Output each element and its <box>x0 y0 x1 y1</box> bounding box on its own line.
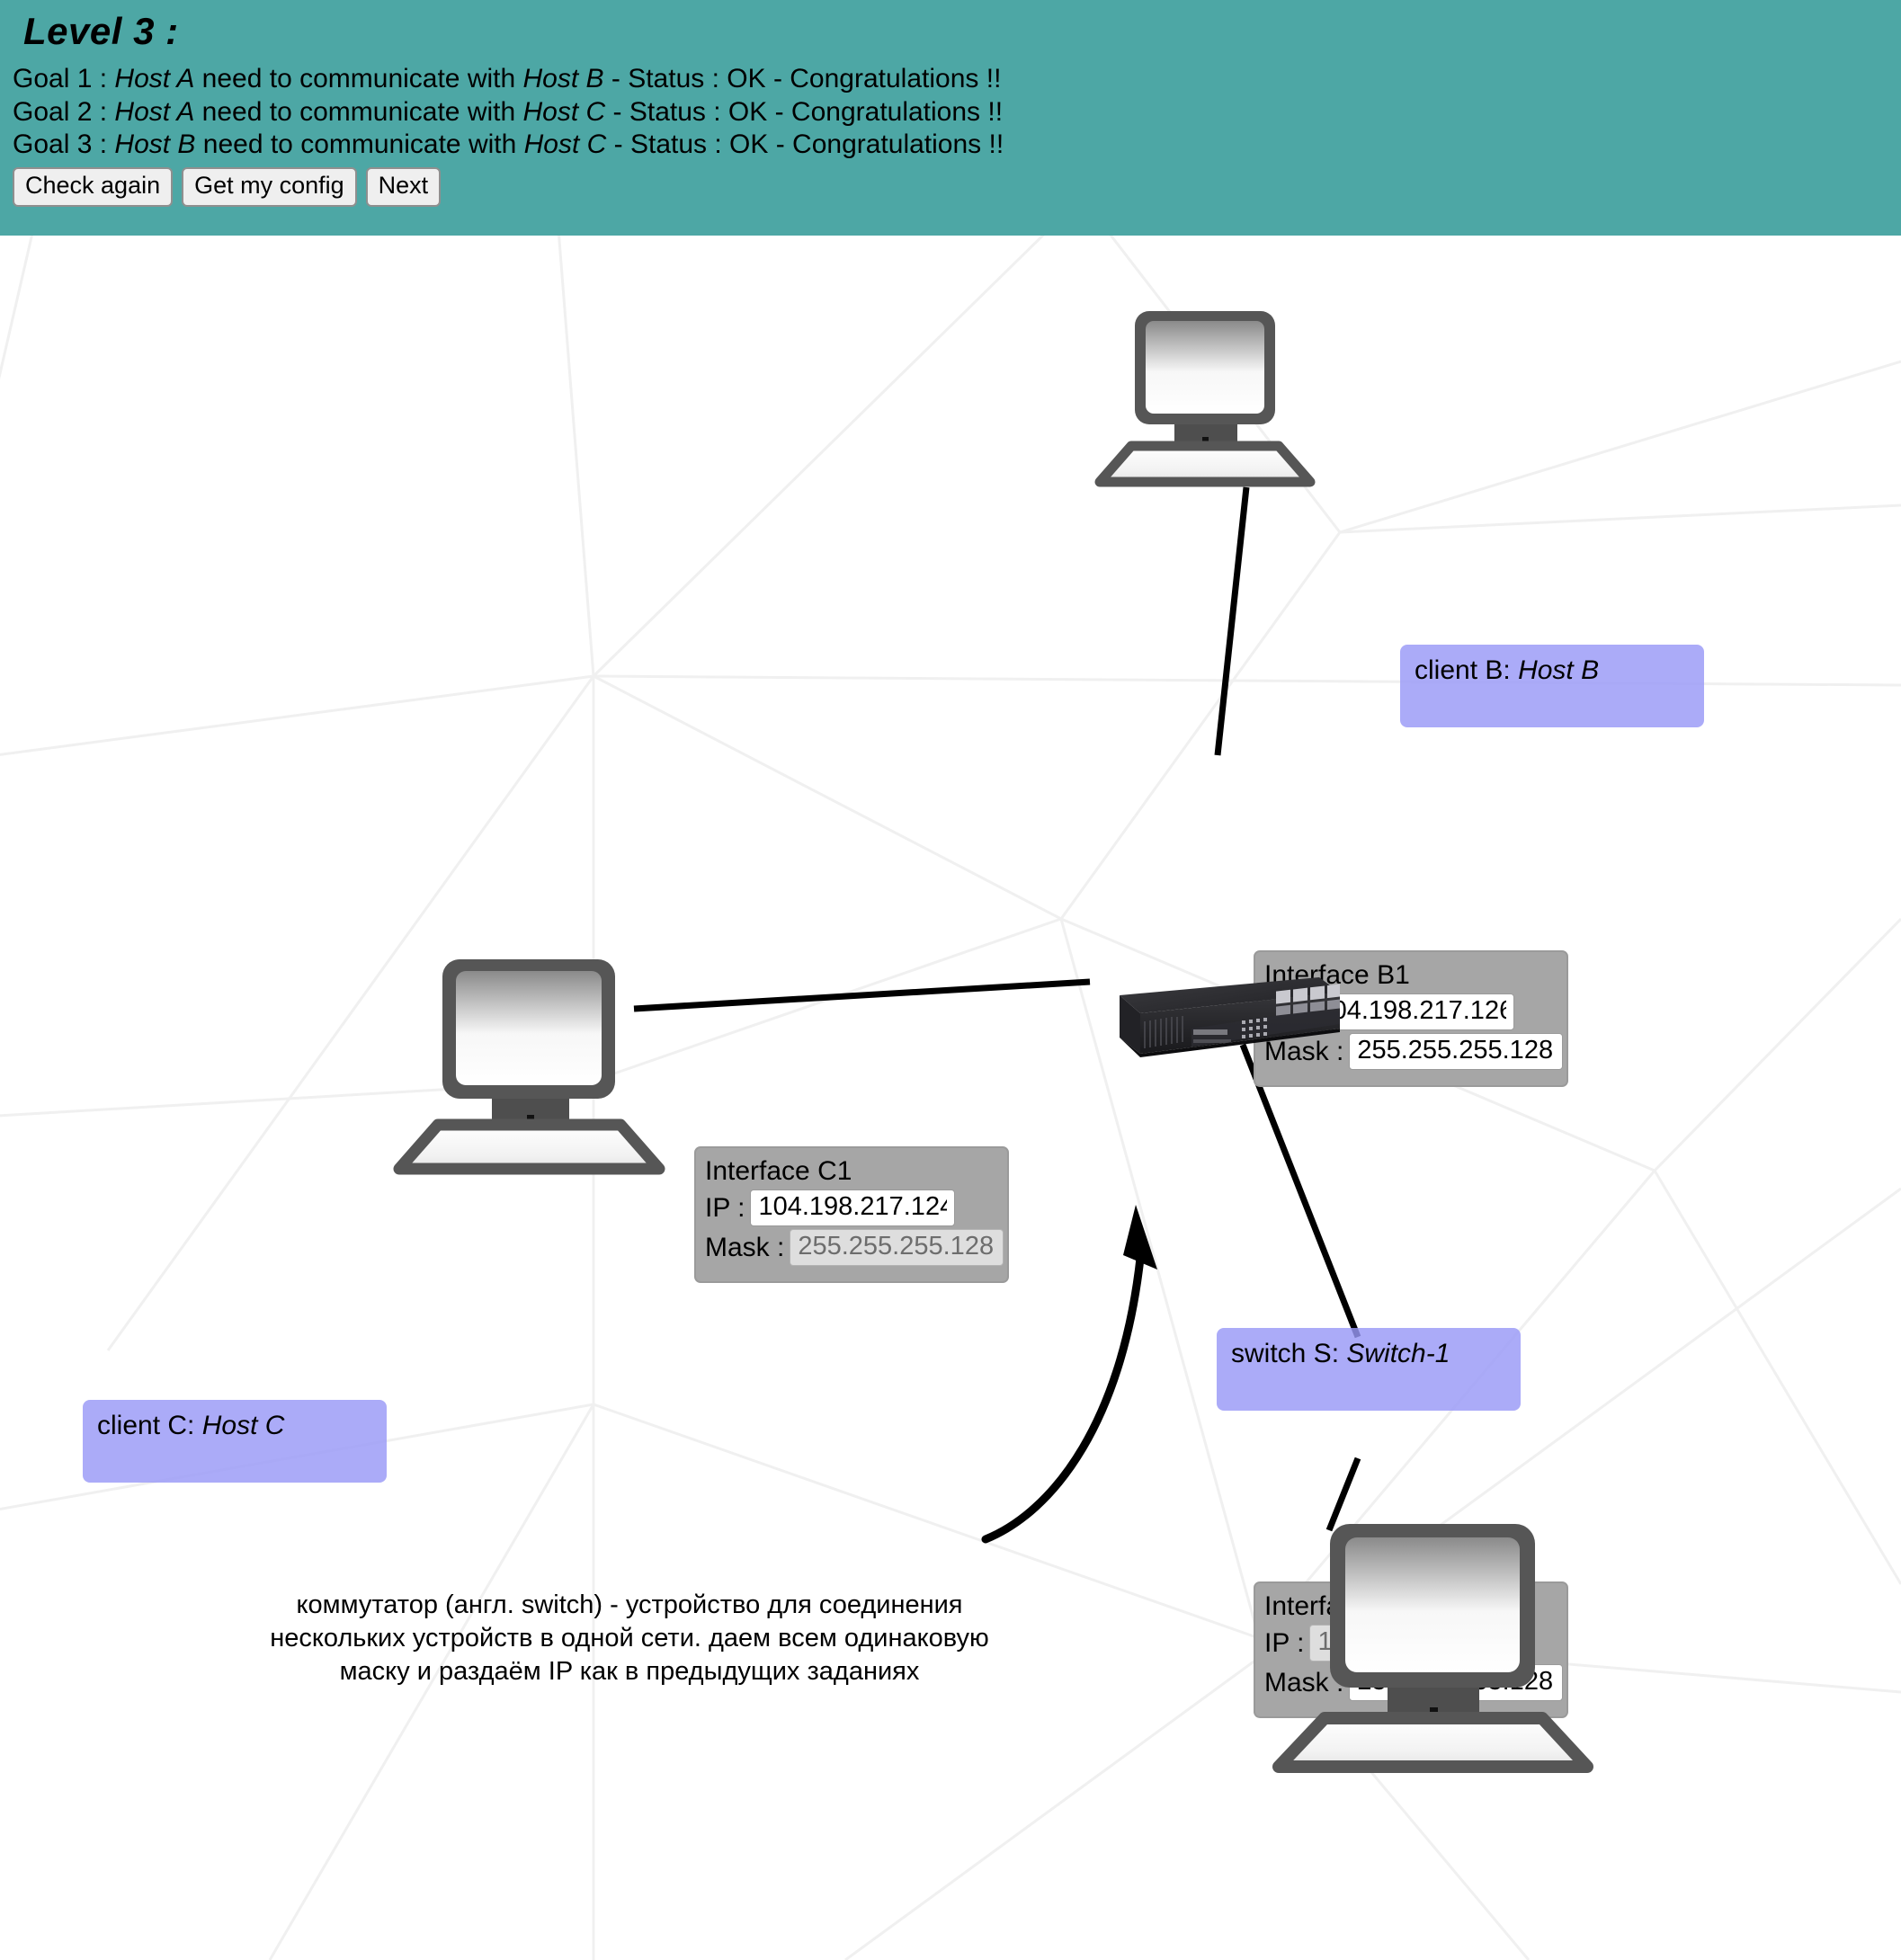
host-b-computer[interactable] <box>1088 300 1322 489</box>
label-switch-s[interactable]: switch S: Switch-1 <box>1217 1328 1521 1411</box>
header-button-row: Check again Get my config Next <box>11 166 1901 207</box>
computer-icon <box>1094 311 1316 487</box>
goal-3-prefix: Goal 3 : <box>13 129 115 160</box>
interface-c1-ip-input[interactable] <box>750 1189 956 1227</box>
network-simulator-page: Level 3 : Goal 1 : Host A need to commun… <box>0 0 1901 1960</box>
link-hostb-switch <box>1214 486 1250 756</box>
goal-1-prefix: Goal 1 : <box>13 64 115 94</box>
goal-1-target: Host B <box>522 64 604 94</box>
label-host-b-prefix: client B: <box>1415 655 1519 685</box>
link-switch-hosta <box>1239 1043 1361 1339</box>
computer-icon <box>393 959 665 1175</box>
goal-1-source: Host A <box>114 64 195 94</box>
label-host-b[interactable]: client B: Host B <box>1400 645 1704 727</box>
network-topology-canvas: client B: Host B Interface B1 IP : Mask … <box>0 236 1901 1960</box>
goal-2-status: - Status : OK - Congratulations !! <box>605 96 1004 127</box>
label-host-c-prefix: client C: <box>97 1411 202 1440</box>
goal-line-1: Goal 1 : Host A need to communicate with… <box>11 63 1901 96</box>
goal-2-prefix: Goal 2 : <box>13 96 115 127</box>
goal-3-source: Host B <box>114 129 196 160</box>
interface-c1-mask-row: Mask : <box>705 1229 1004 1267</box>
interface-c1-mask-label: Mask : <box>705 1233 785 1263</box>
link-hostc-switch <box>633 978 1091 1012</box>
label-host-b-device: Host B <box>1518 655 1600 685</box>
next-button[interactable]: Next <box>365 166 442 207</box>
goal-3-target: Host C <box>523 129 607 160</box>
label-switch-s-prefix: switch S: <box>1231 1339 1347 1368</box>
interface-c1-ip-label: IP : <box>705 1193 745 1224</box>
label-host-c[interactable]: client C: Host C <box>83 1400 387 1483</box>
interface-c1-box: Interface C1 IP : Mask : <box>694 1146 1009 1283</box>
goal-line-3: Goal 3 : Host B need to communicate with… <box>11 129 1901 162</box>
interface-b1-mask-input[interactable] <box>1349 1033 1564 1071</box>
label-switch-s-device: Switch-1 <box>1346 1339 1450 1368</box>
interface-c1-title: Interface C1 <box>705 1156 852 1186</box>
computer-icon <box>1272 1524 1593 1773</box>
goal-line-2: Goal 2 : Host A need to communicate with… <box>11 96 1901 129</box>
connection-links <box>633 486 1361 1544</box>
goal-3-status: - Status : OK - Congratulations !! <box>606 129 1004 160</box>
network-switch-icon <box>1120 977 1340 1057</box>
switch-s-device[interactable] <box>1084 973 1344 1061</box>
check-again-button[interactable]: Check again <box>13 166 174 207</box>
goal-2-middle: need to communicate with <box>194 96 523 127</box>
interface-c1-mask-input <box>790 1229 1004 1267</box>
page-title: Level 3 : <box>23 10 179 52</box>
goal-2-source: Host A <box>114 96 195 127</box>
status-header: Level 3 : Goal 1 : Host A need to commun… <box>0 0 1901 236</box>
host-a-computer[interactable] <box>1263 1508 1605 1773</box>
switch-explanation-note: коммутатор (англ. switch) - устройство д… <box>270 1590 989 1687</box>
goal-3-middle: need to communicate with <box>195 129 524 160</box>
annotation-arrow <box>981 1205 1157 1544</box>
goal-1-middle: need to communicate with <box>194 64 523 94</box>
label-host-c-device: Host C <box>201 1411 285 1440</box>
interface-c1-ip-row: IP : <box>705 1189 998 1227</box>
host-c-computer[interactable] <box>387 946 674 1175</box>
goal-2-target: Host C <box>522 96 606 127</box>
get-my-config-button[interactable]: Get my config <box>182 166 357 207</box>
goal-1-status: - Status : OK - Congratulations !! <box>603 64 1002 94</box>
